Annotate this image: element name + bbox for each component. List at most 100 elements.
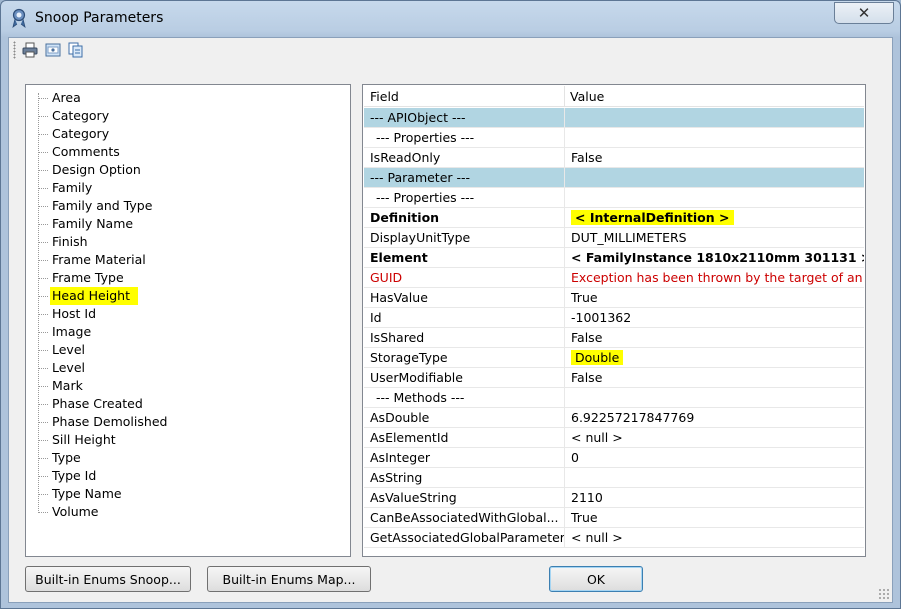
- table-row[interactable]: --- Properties ---: [364, 128, 864, 148]
- tree-item-label: Frame Type: [52, 270, 124, 285]
- tree-connector: [38, 260, 48, 261]
- property-grid[interactable]: Field Value --- APIObject --- --- Proper…: [362, 84, 866, 557]
- tree-item-label: Phase Created: [52, 396, 143, 411]
- value-cell: Exception has been thrown by the target …: [564, 268, 864, 287]
- tree-item[interactable]: Family: [26, 179, 326, 197]
- value-cell: [564, 128, 864, 147]
- value-cell: False: [564, 368, 864, 387]
- tree-item[interactable]: Area: [26, 89, 326, 107]
- table-row[interactable]: IsShared False: [364, 328, 864, 348]
- value-cell: [564, 188, 864, 207]
- field-cell: AsString: [370, 470, 423, 485]
- toolbar: [9, 38, 892, 62]
- table-row[interactable]: AsInteger 0: [364, 448, 864, 468]
- table-row[interactable]: UserModifiable False: [364, 368, 864, 388]
- field-cell: Id: [370, 310, 382, 325]
- title-bar[interactable]: Snoop Parameters ✕: [1, 1, 900, 37]
- value-cell: [564, 468, 864, 487]
- grid-header: Field Value: [364, 86, 864, 107]
- print-preview-icon[interactable]: [44, 41, 62, 59]
- table-row[interactable]: GUID Exception has been thrown by the tar…: [364, 268, 864, 288]
- tree-connector: [38, 494, 48, 495]
- tree-item[interactable]: Comments: [26, 143, 326, 161]
- ok-button[interactable]: OK: [549, 566, 643, 592]
- value-cell: 0: [564, 448, 864, 467]
- field-cell: --- Methods ---: [376, 390, 465, 405]
- tree-connector: [38, 152, 48, 153]
- toolbar-grip[interactable]: [13, 41, 16, 59]
- tree-item[interactable]: Family Name: [26, 215, 326, 233]
- table-row[interactable]: StorageType Double: [364, 348, 864, 368]
- builtin-enums-snoop-button[interactable]: Built-in Enums Snoop...: [25, 566, 191, 592]
- tree-item-label: Type Id: [52, 468, 97, 483]
- tree-connector: [38, 332, 48, 333]
- tree-connector: [38, 350, 48, 351]
- table-row[interactable]: Id -1001362: [364, 308, 864, 328]
- tree-item-label: Level: [52, 360, 85, 375]
- highlighted-value: < InternalDefinition >: [571, 210, 734, 225]
- tree-connector: [38, 170, 48, 171]
- tree-connector: [38, 404, 48, 405]
- tree-item-label: Level: [52, 342, 85, 357]
- tree-item-label: Comments: [52, 144, 120, 159]
- table-row[interactable]: AsString: [364, 468, 864, 488]
- tree-item-label: Family Name: [52, 216, 134, 231]
- tree-item-label: Sill Height: [52, 432, 116, 447]
- printer-icon[interactable]: [21, 41, 39, 59]
- table-row[interactable]: --- Methods ---: [364, 388, 864, 408]
- table-row[interactable]: HasValue True: [364, 288, 864, 308]
- table-row[interactable]: --- Properties ---: [364, 188, 864, 208]
- tree-item[interactable]: Head Height: [26, 287, 326, 305]
- tree-item[interactable]: Level: [26, 341, 326, 359]
- resize-grip[interactable]: [878, 588, 890, 600]
- value-cell: False: [564, 148, 864, 167]
- column-header-value[interactable]: Value: [564, 86, 864, 107]
- tree-item[interactable]: Type Name: [26, 485, 326, 503]
- table-row[interactable]: AsElementId < null >: [364, 428, 864, 448]
- value-cell: < FamilyInstance 1810x2110mm 301131 >: [564, 248, 864, 267]
- close-button[interactable]: ✕: [834, 2, 894, 24]
- field-cell: UserModifiable: [370, 370, 463, 385]
- builtin-enums-map-button[interactable]: Built-in Enums Map...: [207, 566, 371, 592]
- tree-item[interactable]: Level: [26, 359, 326, 377]
- tree-connector: [38, 314, 48, 315]
- tree-item[interactable]: Frame Type: [26, 269, 326, 287]
- highlighted-value: Double: [571, 350, 624, 365]
- copy-icon[interactable]: [67, 41, 85, 59]
- table-row[interactable]: Element < FamilyInstance 1810x2110mm 3011…: [364, 248, 864, 268]
- tree-item[interactable]: Volume: [26, 503, 326, 521]
- tree-item-label: Volume: [52, 504, 99, 519]
- tree-item-label: Mark: [52, 378, 83, 393]
- tree-item-label: Area: [52, 90, 81, 105]
- tree-connector: [38, 134, 48, 135]
- tree-item-label: Type: [52, 450, 81, 465]
- table-row[interactable]: DisplayUnitType DUT_MILLIMETERS: [364, 228, 864, 248]
- table-row[interactable]: --- Parameter ---: [364, 168, 864, 188]
- tree-item[interactable]: Family and Type: [26, 197, 326, 215]
- tree-item-label: Frame Material: [52, 252, 146, 267]
- tree-item[interactable]: Category: [26, 125, 326, 143]
- tree-item[interactable]: Type: [26, 449, 326, 467]
- field-cell: HasValue: [370, 290, 428, 305]
- table-row[interactable]: GetAssociatedGlobalParameter < null >: [364, 528, 864, 548]
- tree-item[interactable]: Category: [26, 107, 326, 125]
- tree-item[interactable]: Mark: [26, 377, 326, 395]
- tree-item[interactable]: Phase Demolished: [26, 413, 326, 431]
- table-row[interactable]: --- APIObject ---: [364, 108, 864, 128]
- table-row[interactable]: IsReadOnly False: [364, 148, 864, 168]
- table-row[interactable]: CanBeAssociatedWithGlobal... True: [364, 508, 864, 528]
- table-row[interactable]: AsDouble 6.92257217847769: [364, 408, 864, 428]
- column-header-field[interactable]: Field: [364, 86, 564, 107]
- tree-item[interactable]: Sill Height: [26, 431, 326, 449]
- parameter-tree[interactable]: Area Category Category Comments Design Optio…: [25, 84, 351, 557]
- tree-item[interactable]: Type Id: [26, 467, 326, 485]
- tree-item[interactable]: Frame Material: [26, 251, 326, 269]
- tree-item[interactable]: Design Option: [26, 161, 326, 179]
- table-row[interactable]: AsValueString 2110: [364, 488, 864, 508]
- tree-item[interactable]: Finish: [26, 233, 326, 251]
- tree-item[interactable]: Image: [26, 323, 326, 341]
- tree-item[interactable]: Phase Created: [26, 395, 326, 413]
- tree-item[interactable]: Host Id: [26, 305, 326, 323]
- table-row[interactable]: Definition < InternalDefinition >: [364, 208, 864, 228]
- field-cell: GUID: [370, 270, 403, 285]
